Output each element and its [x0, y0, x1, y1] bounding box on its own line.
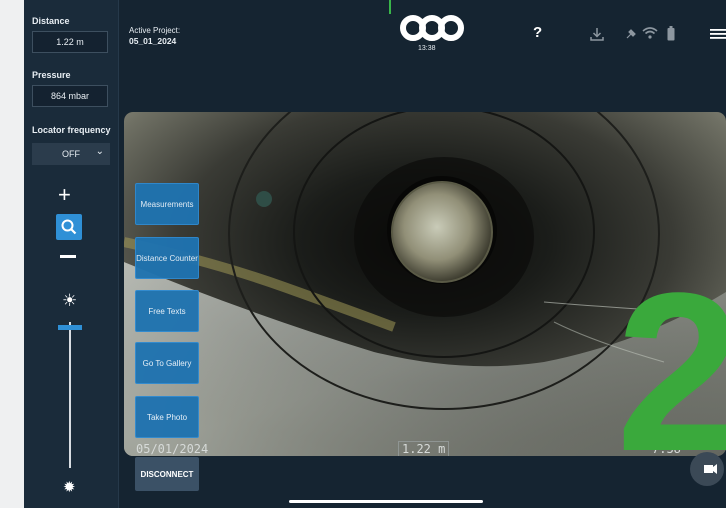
zoom-out-icon[interactable] [60, 255, 76, 258]
search-icon [61, 219, 77, 235]
overlay-distance: 1.22 m [398, 441, 450, 456]
pressure-label: Pressure [32, 70, 71, 80]
locator-frequency-label: Locator frequency [32, 125, 111, 135]
take-photo-button[interactable]: Take Photo [135, 396, 199, 438]
go-to-gallery-button[interactable]: Go To Gallery [135, 342, 199, 384]
help-button[interactable]: ? [533, 24, 542, 41]
download-icon[interactable] [589, 26, 605, 42]
accent-line [389, 0, 391, 14]
zoom-in-icon[interactable]: + [58, 184, 71, 206]
locator-frequency-select[interactable]: OFF ⌄ [32, 143, 110, 165]
distance-label: Distance [32, 16, 70, 26]
brightness-slider[interactable] [69, 322, 71, 468]
pressure-value: 864 mbar [32, 85, 108, 107]
locator-frequency-value: OFF [62, 149, 80, 159]
disconnect-button[interactable]: DISCONNECT [135, 457, 199, 491]
annotation-number: 2 [616, 245, 726, 498]
zoom-search-button[interactable] [56, 214, 82, 240]
plug-icon [626, 29, 636, 39]
active-project-label: Active Project: [129, 26, 181, 35]
clock: 13:38 [418, 45, 436, 52]
brightness-high-icon: ☀ [62, 291, 78, 310]
brand-logo-icon [400, 15, 464, 41]
free-texts-button[interactable]: Free Texts [135, 290, 199, 332]
wifi-icon [642, 27, 658, 39]
battery-icon [667, 26, 675, 41]
distance-value: 1.22 m [32, 31, 108, 53]
active-project-name: 05_01_2024 [129, 36, 177, 46]
home-indicator[interactable] [289, 500, 483, 503]
overlay-date: 05/01/2024 [136, 442, 209, 456]
brightness-slider-thumb[interactable] [58, 325, 82, 330]
chevron-down-icon: ⌄ [95, 146, 104, 157]
measurements-button[interactable]: Measurements [135, 183, 199, 225]
menu-icon[interactable] [710, 28, 726, 40]
distance-counter-button[interactable]: Distance Counter [135, 237, 199, 279]
brightness-low-icon: ✹ [63, 479, 76, 496]
